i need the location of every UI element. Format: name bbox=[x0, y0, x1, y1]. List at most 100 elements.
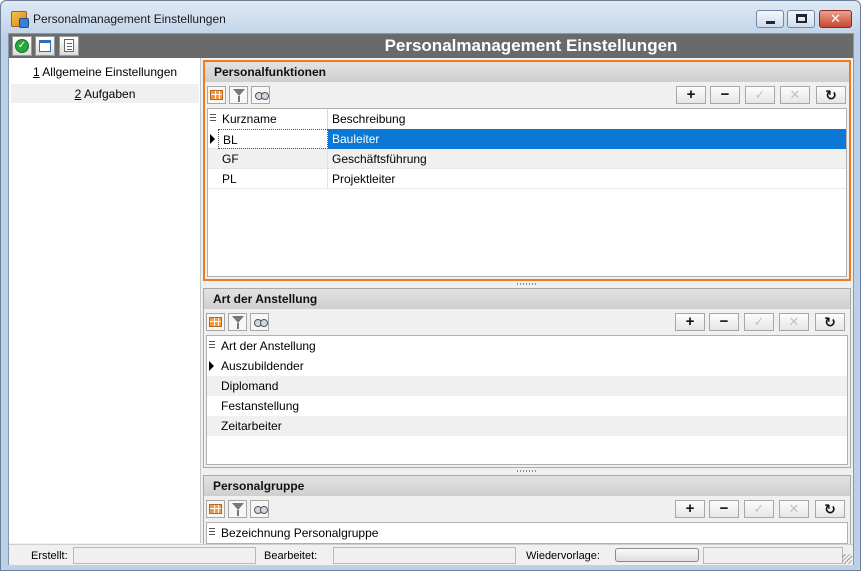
nav-item-allgemeine-einstellungen[interactable]: 1 Allgemeine Einstellungen bbox=[11, 62, 199, 82]
page-title: Personalmanagement Einstellungen bbox=[384, 36, 678, 55]
add-button[interactable]: + bbox=[675, 313, 705, 331]
maximize-button[interactable] bbox=[787, 10, 815, 28]
grid-layout-button[interactable] bbox=[206, 500, 225, 518]
followup-label: Wiedervorlage: bbox=[526, 550, 600, 562]
cancel-button[interactable]: ✕ bbox=[779, 500, 809, 518]
data-grid: Art der Anstellung Auszubildender Diplom… bbox=[206, 335, 848, 465]
filter-icon bbox=[233, 89, 245, 102]
filter-icon bbox=[232, 503, 244, 516]
panel-toolbar: + − ✓ ✕ ↻ bbox=[205, 84, 849, 106]
close-button[interactable]: ✕ bbox=[819, 10, 852, 28]
maximize-icon bbox=[796, 14, 807, 23]
data-grid: Kurzname Beschreibung BL Bauleiter GF Ge… bbox=[207, 108, 847, 277]
nav-item-aufgaben[interactable]: 2 Aufgaben bbox=[11, 83, 199, 103]
refresh-button[interactable]: ↻ bbox=[815, 500, 845, 518]
grid-header-row: Art der Anstellung bbox=[207, 336, 847, 356]
remove-button[interactable]: − bbox=[710, 86, 740, 104]
remove-button[interactable]: − bbox=[709, 500, 739, 518]
created-field bbox=[73, 547, 256, 564]
application-window: Personalmanagement Einstellungen ✕ ✓ Per… bbox=[0, 0, 861, 571]
refresh-button[interactable]: ↻ bbox=[816, 86, 846, 104]
grid-header-row: Bezeichnung Personalgruppe bbox=[207, 523, 847, 543]
table-row[interactable]: BL Bauleiter bbox=[208, 129, 846, 149]
confirm-button[interactable]: ✓ bbox=[744, 500, 774, 518]
panel-personalgruppe: Personalgruppe + − ✓ ✕ ↻ Bezeichnung Per… bbox=[203, 475, 851, 545]
cell-art[interactable]: Festanstellung bbox=[217, 396, 847, 416]
column-header-bezeichnung[interactable]: Bezeichnung Personalgruppe bbox=[217, 523, 847, 543]
minimize-button[interactable] bbox=[756, 10, 784, 28]
confirm-button[interactable]: ✓ bbox=[744, 313, 774, 331]
nav-item-number: 2 bbox=[74, 87, 82, 101]
table-row[interactable]: Zeitarbeiter bbox=[207, 416, 847, 436]
panel-title: Personalgruppe bbox=[204, 476, 850, 496]
grid-layout-button[interactable] bbox=[206, 313, 225, 331]
column-header-beschreibung[interactable]: Beschreibung bbox=[328, 109, 846, 129]
search-button[interactable] bbox=[250, 313, 269, 331]
panel-personalfunktionen: Personalfunktionen + − ✓ ✕ ↻ Kurzname Be… bbox=[203, 60, 851, 281]
remove-button[interactable]: − bbox=[709, 313, 739, 331]
created-label: Erstellt: bbox=[31, 550, 68, 562]
minimize-icon bbox=[766, 21, 775, 24]
document-button[interactable] bbox=[59, 36, 79, 56]
edited-field bbox=[333, 547, 516, 564]
grid-header-row: Kurzname Beschreibung bbox=[208, 109, 846, 129]
panel-title: Art der Anstellung bbox=[204, 289, 850, 309]
filter-button[interactable] bbox=[228, 500, 247, 518]
cancel-button[interactable]: ✕ bbox=[780, 86, 810, 104]
cell-kurzname[interactable]: BL bbox=[218, 129, 328, 149]
close-icon: ✕ bbox=[830, 11, 841, 26]
row-pointer-icon bbox=[209, 361, 214, 371]
column-header-kurzname[interactable]: Kurzname bbox=[218, 109, 328, 129]
edited-label: Bearbeitet: bbox=[264, 550, 318, 562]
table-row[interactable]: PL Projektleiter bbox=[208, 169, 846, 189]
confirm-button[interactable]: ✓ bbox=[745, 86, 775, 104]
filter-icon bbox=[232, 316, 244, 329]
window-button[interactable] bbox=[35, 36, 55, 56]
cancel-button[interactable]: ✕ bbox=[779, 313, 809, 331]
filter-button[interactable] bbox=[229, 86, 248, 104]
app-icon bbox=[11, 11, 29, 28]
cell-art[interactable]: Zeitarbeiter bbox=[217, 416, 847, 436]
window-icon bbox=[39, 40, 51, 52]
resize-grip-icon[interactable] bbox=[842, 554, 852, 564]
add-button[interactable]: + bbox=[675, 500, 705, 518]
table-row[interactable]: Diplomand bbox=[207, 376, 847, 396]
cell-art[interactable]: Auszubildender bbox=[217, 356, 847, 376]
splitter-handle[interactable] bbox=[203, 469, 851, 474]
splitter-handle[interactable] bbox=[203, 282, 851, 287]
title-bar[interactable]: Personalmanagement Einstellungen ✕ bbox=[1, 1, 860, 33]
binoculars-icon bbox=[255, 92, 269, 100]
table-row[interactable]: GF Geschäftsführung bbox=[208, 149, 846, 169]
table-row[interactable]: Festanstellung bbox=[207, 396, 847, 416]
table-row[interactable]: Auszubildender bbox=[207, 356, 847, 376]
filter-button[interactable] bbox=[228, 313, 247, 331]
followup-field[interactable] bbox=[615, 548, 699, 562]
column-header-art[interactable]: Art der Anstellung bbox=[217, 336, 847, 356]
row-pointer-icon bbox=[210, 134, 215, 144]
panel-toolbar: + − ✓ ✕ ↻ bbox=[204, 311, 850, 333]
column-chooser-icon[interactable] bbox=[210, 114, 216, 123]
grid-layout-button[interactable] bbox=[207, 86, 226, 104]
cell-kurzname[interactable]: PL bbox=[218, 169, 328, 189]
column-chooser-icon[interactable] bbox=[209, 528, 215, 537]
nav-item-label: Aufgaben bbox=[83, 87, 136, 101]
refresh-button[interactable]: ↻ bbox=[815, 313, 845, 331]
nav-item-label: Allgemeine Einstellungen bbox=[42, 65, 178, 79]
grid-icon bbox=[209, 504, 222, 514]
header-bar: ✓ Personalmanagement Einstellungen bbox=[9, 34, 853, 58]
cell-kurzname[interactable]: GF bbox=[218, 149, 328, 169]
cell-beschreibung[interactable]: Bauleiter bbox=[328, 129, 846, 149]
column-chooser-icon[interactable] bbox=[209, 341, 215, 350]
checkmark-icon: ✓ bbox=[15, 39, 29, 53]
add-button[interactable]: + bbox=[676, 86, 706, 104]
search-button[interactable] bbox=[250, 500, 269, 518]
sidebar-nav: 1 Allgemeine Einstellungen 2 Aufgaben bbox=[9, 58, 201, 543]
cell-beschreibung[interactable]: Projektleiter bbox=[328, 169, 846, 189]
save-close-button[interactable]: ✓ bbox=[12, 36, 32, 56]
binoculars-icon bbox=[254, 319, 268, 327]
document-icon bbox=[64, 39, 74, 52]
search-button[interactable] bbox=[251, 86, 270, 104]
grip-icon bbox=[517, 470, 537, 472]
cell-beschreibung[interactable]: Geschäftsführung bbox=[328, 149, 846, 169]
cell-art[interactable]: Diplomand bbox=[217, 376, 847, 396]
